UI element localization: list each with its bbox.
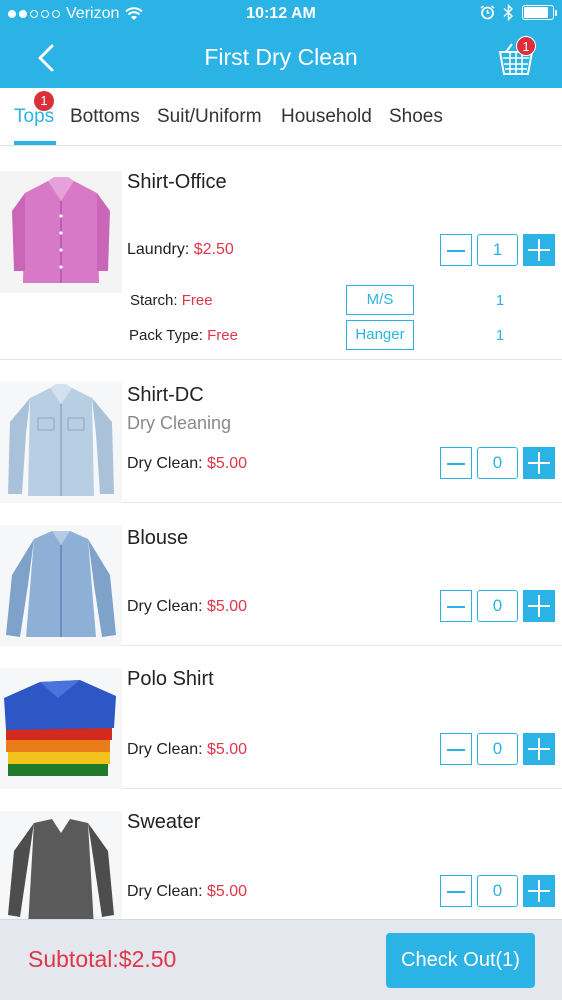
status-time: 10:12 AM bbox=[246, 5, 316, 22]
list-item: Polo Shirt Dry Clean: $5.00 0 bbox=[0, 646, 562, 790]
quantity-stepper: 0 bbox=[440, 875, 556, 909]
quantity-value[interactable]: 1 bbox=[477, 234, 518, 266]
quantity-stepper: 0 bbox=[440, 447, 556, 481]
increase-quantity-button[interactable] bbox=[523, 447, 555, 479]
price-value: $5.00 bbox=[207, 741, 248, 758]
blouse-image bbox=[0, 525, 122, 647]
price-value: $5.00 bbox=[207, 598, 248, 615]
price-row: Laundry: $2.50 bbox=[127, 241, 234, 259]
price-row: Dry Clean: $5.00 bbox=[127, 741, 247, 759]
tab-shoes[interactable]: Shoes bbox=[389, 106, 443, 128]
quantity-value[interactable]: 0 bbox=[477, 733, 518, 765]
price-row: Dry Clean: $5.00 bbox=[127, 598, 247, 616]
item-name: Sweater bbox=[127, 811, 201, 833]
increase-quantity-button[interactable] bbox=[523, 733, 555, 765]
price-label: Dry Clean: bbox=[127, 741, 203, 758]
category-tabs: Tops Bottoms Suit/Uniform Household Shoe… bbox=[0, 88, 562, 146]
item-subtitle: Dry Cleaning bbox=[127, 413, 232, 433]
list-item: Blouse Dry Clean: $5.00 0 bbox=[0, 503, 562, 647]
checkout-button[interactable]: Check Out(1) bbox=[386, 933, 535, 988]
quantity-stepper: 1 bbox=[440, 234, 556, 268]
quantity-value[interactable]: 0 bbox=[477, 590, 518, 622]
item-image-sweater bbox=[0, 811, 122, 919]
shirt-image bbox=[0, 171, 122, 293]
bluetooth-icon bbox=[503, 4, 514, 21]
quantity-value[interactable]: 0 bbox=[477, 875, 518, 907]
price-value: $5.00 bbox=[207, 455, 248, 472]
price-value: $5.00 bbox=[207, 883, 248, 900]
price-label: Dry Clean: bbox=[127, 598, 203, 615]
pack-type-price: Free bbox=[207, 327, 238, 344]
pack-type-label: Pack Type: bbox=[129, 327, 203, 344]
decrease-quantity-button[interactable] bbox=[440, 733, 472, 765]
sweater-image bbox=[0, 811, 122, 919]
price-value: $2.50 bbox=[193, 241, 234, 258]
cart-count-badge: 1 bbox=[516, 36, 536, 56]
starch-option: Starch: Free bbox=[130, 292, 213, 309]
tab-bottoms[interactable]: Bottoms bbox=[70, 106, 140, 128]
list-item: Sweater Dry Clean: $5.00 0 bbox=[0, 789, 562, 932]
app-header: Verizon 10:12 AM First Dry Clean 1 bbox=[0, 0, 562, 88]
increase-quantity-button[interactable] bbox=[523, 590, 555, 622]
item-name: Blouse bbox=[127, 527, 189, 549]
price-label: Laundry: bbox=[127, 241, 190, 258]
nav-bar: First Dry Clean 1 bbox=[0, 30, 562, 88]
item-name: Polo Shirt bbox=[127, 668, 214, 690]
starch-label: Starch: bbox=[130, 292, 178, 309]
quantity-stepper: 0 bbox=[440, 590, 556, 624]
starch-price: Free bbox=[181, 292, 213, 309]
shirt-image bbox=[0, 382, 122, 504]
tab-tops-badge: 1 bbox=[34, 91, 54, 111]
decrease-quantity-button[interactable] bbox=[440, 875, 472, 907]
list-item: Shirt-Office Laundry: $2.50 1 Starch: Fr… bbox=[0, 147, 562, 360]
tab-suit-uniform[interactable]: Suit/Uniform bbox=[157, 106, 262, 128]
cart-footer: Subtotal:$2.50 Check Out(1) bbox=[0, 919, 562, 1000]
item-image-polo-shirt bbox=[0, 668, 122, 790]
quantity-stepper: 0 bbox=[440, 733, 556, 767]
item-image-shirt-dc bbox=[0, 382, 122, 504]
decrease-quantity-button[interactable] bbox=[440, 234, 472, 266]
price-label: Dry Clean: bbox=[127, 883, 203, 900]
active-tab-indicator bbox=[14, 141, 56, 145]
subtotal-text: Subtotal:$2.50 bbox=[28, 946, 177, 972]
price-label: Dry Clean: bbox=[127, 455, 203, 472]
status-right bbox=[480, 4, 557, 21]
price-row: Dry Clean: $5.00 bbox=[127, 883, 247, 901]
item-name: Shirt-Office bbox=[127, 171, 227, 193]
page-title: First Dry Clean bbox=[204, 44, 358, 70]
pack-type-option: Pack Type: Free bbox=[129, 327, 238, 344]
decrease-quantity-button[interactable] bbox=[440, 590, 472, 622]
price-row: Dry Clean: $5.00 bbox=[127, 455, 247, 473]
starch-select[interactable]: M/S bbox=[346, 285, 414, 315]
increase-quantity-button[interactable] bbox=[523, 875, 555, 907]
battery-icon bbox=[522, 5, 557, 20]
polo-stack-image bbox=[0, 668, 122, 790]
list-item: Shirt-DC Dry Cleaning Dry Clean: $5.00 0 bbox=[0, 360, 562, 504]
status-bar: Verizon 10:12 AM bbox=[0, 0, 562, 30]
item-image-shirt-office bbox=[0, 171, 122, 293]
decrease-quantity-button[interactable] bbox=[440, 447, 472, 479]
alarm-icon bbox=[480, 5, 495, 20]
quantity-value[interactable]: 0 bbox=[477, 447, 518, 479]
starch-count: 1 bbox=[495, 292, 505, 309]
pack-type-select[interactable]: Hanger bbox=[346, 320, 414, 350]
pack-type-count: 1 bbox=[495, 327, 505, 344]
tab-household[interactable]: Household bbox=[281, 106, 372, 128]
increase-quantity-button[interactable] bbox=[523, 234, 555, 266]
item-image-blouse bbox=[0, 525, 122, 647]
item-name: Shirt-DC bbox=[127, 384, 204, 406]
